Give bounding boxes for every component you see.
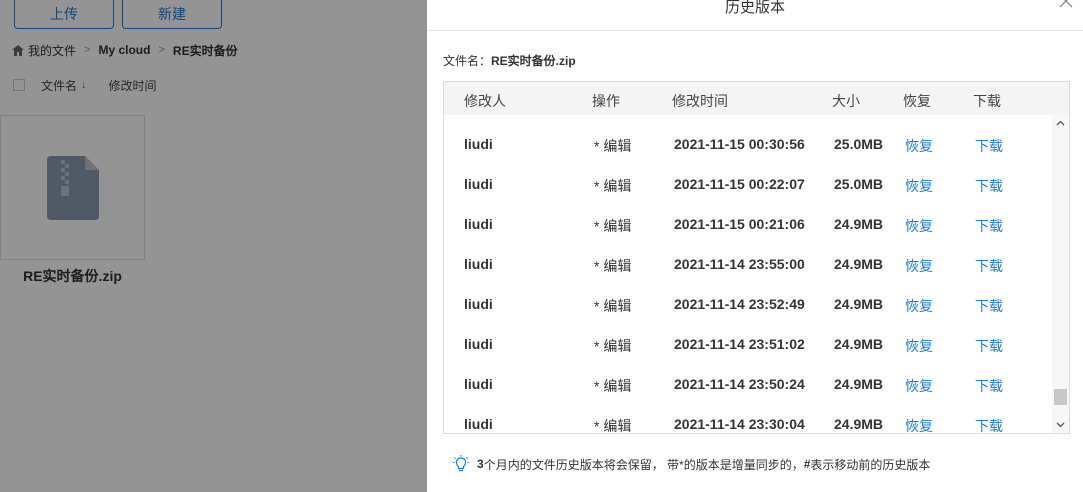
header-restore: 恢复 bbox=[903, 93, 931, 109]
cell-user: liudi bbox=[464, 176, 493, 192]
chevron-down-icon[interactable] bbox=[1055, 419, 1066, 430]
retention-note: 3 个月内的文件历史版本将会保留， 带*的版本是增量同步的， # 表示移动前的历史版… bbox=[453, 455, 930, 473]
cell-time: 2021-11-14 23:52:49 bbox=[674, 296, 805, 312]
note-text-1: 个月内的文件历史版本将会保留， 带*的版本是增量同步的， bbox=[483, 457, 804, 472]
table-body[interactable]: liudi * 编辑 2021-11-15 00:30:56 25.0MB 恢复… bbox=[444, 115, 1052, 433]
file-name-prefix: 文件名： bbox=[443, 54, 492, 68]
cell-user: liudi bbox=[464, 336, 493, 352]
file-name-value: RE实时备份.zip bbox=[491, 54, 576, 68]
cell-time: 2021-11-14 23:55:00 bbox=[674, 256, 805, 272]
cell-action: * 编辑 bbox=[594, 378, 632, 394]
cell-size: 25.0MB bbox=[834, 136, 884, 152]
cell-action: * 编辑 bbox=[594, 178, 632, 194]
cell-size: 24.9MB bbox=[834, 336, 884, 352]
cell-action: * 编辑 bbox=[594, 298, 632, 314]
cell-time: 2021-11-14 23:51:02 bbox=[674, 336, 805, 352]
drawer-header: 历史版本 bbox=[427, 0, 1083, 31]
table-row: liudi * 编辑 2021-11-14 23:50:24 24.9MB 恢复… bbox=[444, 365, 1052, 405]
table-scrollbar[interactable] bbox=[1052, 115, 1069, 433]
restore-link[interactable]: 恢复 bbox=[905, 256, 933, 276]
cell-action: * 编辑 bbox=[594, 418, 632, 433]
table-row: liudi * 编辑 2021-11-14 23:55:00 24.9MB 恢复… bbox=[444, 245, 1052, 285]
cell-user: liudi bbox=[464, 416, 493, 432]
header-action: 操作 bbox=[592, 93, 620, 109]
cell-size: 24.9MB bbox=[834, 256, 884, 272]
restore-link[interactable]: 恢复 bbox=[905, 296, 933, 316]
header-size: 大小 bbox=[832, 93, 860, 109]
table-row: liudi * 编辑 2021-11-14 23:51:02 24.9MB 恢复… bbox=[444, 325, 1052, 365]
download-link[interactable]: 下载 bbox=[975, 176, 1003, 196]
scrollbar-thumb[interactable] bbox=[1054, 389, 1067, 405]
restore-link[interactable]: 恢复 bbox=[905, 416, 933, 433]
cell-user: liudi bbox=[464, 296, 493, 312]
cell-time: 2021-11-15 00:21:06 bbox=[674, 216, 805, 232]
table-row: liudi * 编辑 2021-11-15 00:30:56 25.0MB 恢复… bbox=[444, 125, 1052, 165]
drawer-title: 历史版本 bbox=[724, 0, 785, 16]
history-version-drawer: 历史版本 文件名：RE实时备份.zip 修改人 操作 修改时间 大小 恢复 下载… bbox=[427, 0, 1083, 492]
table-row: liudi * 编辑 2021-11-15 00:21:06 24.9MB 恢复… bbox=[444, 205, 1052, 245]
table-row: liudi * 编辑 2021-11-14 23:52:49 24.9MB 恢复… bbox=[444, 285, 1052, 325]
header-download: 下载 bbox=[973, 93, 1001, 109]
cell-action: * 编辑 bbox=[594, 338, 632, 354]
cell-time: 2021-11-15 00:30:56 bbox=[674, 136, 805, 152]
download-link[interactable]: 下载 bbox=[975, 136, 1003, 156]
download-link[interactable]: 下载 bbox=[975, 336, 1003, 356]
cell-size: 24.9MB bbox=[834, 416, 884, 432]
download-link[interactable]: 下载 bbox=[975, 416, 1003, 433]
table-row: liudi * 编辑 2021-11-14 23:30:04 24.9MB 恢复… bbox=[444, 405, 1052, 433]
cell-user: liudi bbox=[464, 376, 493, 392]
note-bold-hash: # bbox=[803, 457, 811, 471]
close-icon[interactable] bbox=[1059, 0, 1073, 8]
history-table: 修改人 操作 修改时间 大小 恢复 下载 liudi * 编辑 2021-11-… bbox=[443, 81, 1070, 434]
cell-action: * 编辑 bbox=[594, 218, 632, 234]
cell-action: * 编辑 bbox=[594, 258, 632, 274]
cell-time: 2021-11-15 00:22:07 bbox=[674, 176, 805, 192]
cell-user: liudi bbox=[464, 256, 493, 272]
header-modified-time: 修改时间 bbox=[672, 93, 728, 109]
restore-link[interactable]: 恢复 bbox=[905, 376, 933, 396]
header-modifier: 修改人 bbox=[464, 93, 506, 109]
note-text-2: 表示移动前的历史版本 bbox=[810, 457, 931, 472]
lightbulb-icon bbox=[453, 455, 469, 472]
restore-link[interactable]: 恢复 bbox=[905, 136, 933, 156]
restore-link[interactable]: 恢复 bbox=[905, 216, 933, 236]
download-link[interactable]: 下载 bbox=[975, 376, 1003, 396]
cell-user: liudi bbox=[464, 136, 493, 152]
note-bold-count: 3 bbox=[477, 457, 484, 471]
cell-size: 25.0MB bbox=[834, 176, 884, 192]
cell-time: 2021-11-14 23:50:24 bbox=[674, 376, 805, 392]
download-link[interactable]: 下载 bbox=[975, 216, 1003, 236]
table-header: 修改人 操作 修改时间 大小 恢复 下载 bbox=[444, 82, 1069, 115]
file-name-info: 文件名：RE实时备份.zip bbox=[443, 52, 576, 69]
cell-user: liudi bbox=[464, 216, 493, 232]
cell-size: 24.9MB bbox=[834, 296, 884, 312]
restore-link[interactable]: 恢复 bbox=[905, 176, 933, 196]
cell-size: 24.9MB bbox=[834, 216, 884, 232]
restore-link[interactable]: 恢复 bbox=[905, 336, 933, 356]
download-link[interactable]: 下载 bbox=[975, 256, 1003, 276]
cell-size: 24.9MB bbox=[834, 376, 884, 392]
chevron-up-icon[interactable] bbox=[1055, 118, 1066, 129]
cell-action: * 编辑 bbox=[594, 138, 632, 154]
download-link[interactable]: 下载 bbox=[975, 296, 1003, 316]
table-row: liudi * 编辑 2021-11-15 00:22:07 25.0MB 恢复… bbox=[444, 165, 1052, 205]
cell-time: 2021-11-14 23:30:04 bbox=[674, 416, 805, 432]
